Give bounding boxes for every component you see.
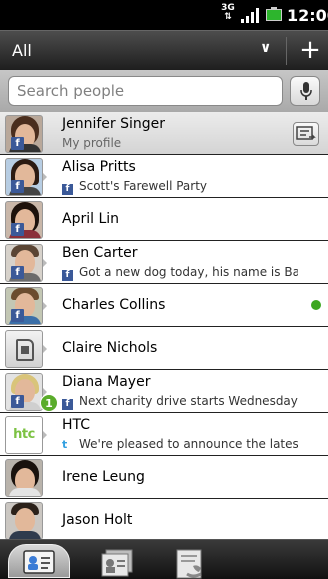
search-bar <box>0 70 328 112</box>
facebook-icon: f <box>62 270 73 281</box>
contact-name: Ben Carter <box>62 245 138 261</box>
online-status-icon <box>311 300 321 310</box>
contact-status: f Got a new dog today, his name is Bart..… <box>62 265 298 281</box>
contact-name: Jennifer Singer <box>62 116 166 132</box>
contacts-header: All ∨ + <box>0 30 328 70</box>
chevron-down-icon: ∨ <box>260 40 272 56</box>
tab-people[interactable] <box>8 544 70 578</box>
pointer-icon <box>43 173 47 181</box>
pointer-icon <box>43 431 47 439</box>
contact-name: Alisa Pritts <box>62 159 136 175</box>
clock: 12:00 <box>287 6 328 25</box>
group-filter-dropdown[interactable]: All ∨ <box>0 31 284 71</box>
contacts-list[interactable]: f Jennifer Singer My profile f Alisa Pri… <box>0 112 328 539</box>
avatar: f <box>5 158 43 196</box>
profile-subtitle: My profile <box>62 136 122 150</box>
facebook-icon: f <box>11 137 24 150</box>
send-profile-button[interactable] <box>293 122 319 146</box>
search-input[interactable] <box>8 76 283 106</box>
contact-name: April Lin <box>62 211 120 227</box>
contact-name: Diana Mayer <box>62 374 151 390</box>
tab-groups[interactable] <box>92 544 144 578</box>
call-history-icon <box>176 549 202 579</box>
pointer-icon <box>43 302 47 310</box>
list-item[interactable]: f April Lin <box>0 198 328 241</box>
list-item[interactable]: f Ben Carter f Got a new dog today, his n… <box>0 241 328 284</box>
facebook-icon: f <box>62 184 73 195</box>
facebook-icon: f <box>62 399 73 410</box>
facebook-icon: f <box>11 309 24 322</box>
facebook-icon: f <box>11 395 24 408</box>
facebook-icon: f <box>11 266 24 279</box>
list-item[interactable]: Irene Leung <box>0 456 328 499</box>
business-card-icon <box>296 126 316 140</box>
notification-count-badge: 1 <box>40 394 58 412</box>
contact-name: Claire Nichols <box>62 340 158 356</box>
avatar: f <box>5 244 43 282</box>
avatar: f <box>5 373 43 411</box>
list-item[interactable]: f Charles Collins <box>0 284 328 327</box>
avatar <box>5 502 43 539</box>
add-contact-button[interactable]: + <box>296 34 324 66</box>
twitter-icon: t <box>62 438 68 451</box>
contact-name: Irene Leung <box>62 469 145 485</box>
network-type-icon: 3G ⇅ <box>221 3 235 22</box>
my-profile-row[interactable]: f Jennifer Singer My profile <box>0 112 328 155</box>
contact-status: f Next charity drive starts Wednesday <box>62 394 298 410</box>
pointer-icon <box>43 259 47 267</box>
tab-call-history[interactable] <box>165 544 217 579</box>
contact-status: f Scott's Farewell Party <box>62 179 298 195</box>
contact-name: HTC <box>62 417 91 433</box>
signal-strength-icon <box>241 7 261 23</box>
groups-icon <box>101 549 133 577</box>
list-item[interactable]: htc HTC t We're pleased to announce the l… <box>0 413 328 456</box>
pointer-icon <box>43 345 47 353</box>
bottom-tab-bar <box>0 539 328 579</box>
sim-card-icon <box>5 330 43 368</box>
avatar: f <box>5 287 43 325</box>
contact-name: Jason Holt <box>62 512 133 528</box>
list-item[interactable]: f Alisa Pritts f Scott's Farewell Party <box>0 155 328 198</box>
status-bar: 3G⇅ 12:00 <box>0 0 328 30</box>
microphone-icon <box>300 82 312 100</box>
htc-logo: htc <box>5 416 43 454</box>
group-filter-label: All <box>12 41 32 60</box>
battery-icon <box>266 7 282 21</box>
avatar: f <box>5 201 43 239</box>
list-item[interactable]: Jason Holt <box>0 499 328 539</box>
voice-search-button[interactable] <box>290 76 320 106</box>
list-item[interactable]: Claire Nichols <box>0 327 328 370</box>
avatar <box>5 459 43 497</box>
contact-name: Charles Collins <box>62 297 166 313</box>
contact-status: tWe're pleased to announce the latest u.… <box>62 437 298 451</box>
avatar: f <box>5 115 43 153</box>
facebook-icon: f <box>11 223 24 236</box>
facebook-icon: f <box>11 180 24 193</box>
header-divider <box>286 37 287 65</box>
person-card-icon <box>23 550 55 574</box>
